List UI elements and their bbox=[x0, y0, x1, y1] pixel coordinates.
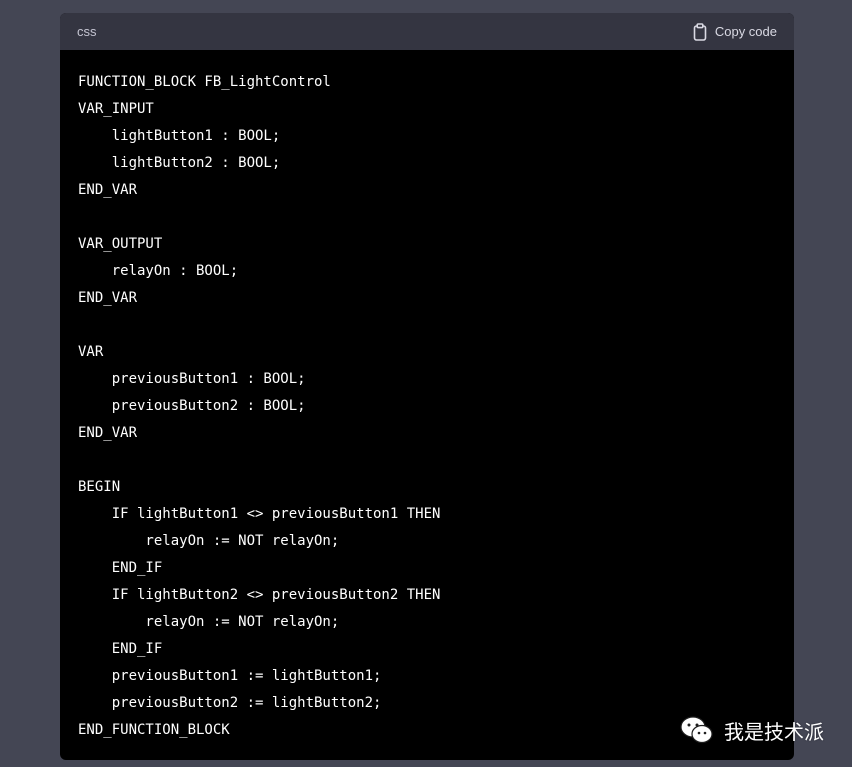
code-line: relayOn := NOT relayOn; bbox=[78, 614, 340, 630]
code-line: IF lightButton1 <> previousButton1 THEN bbox=[78, 506, 441, 522]
code-line: lightButton2 : BOOL; bbox=[78, 155, 281, 171]
code-line: END_FUNCTION_BLOCK bbox=[78, 722, 230, 738]
code-line: FUNCTION_BLOCK FB_LightControl bbox=[78, 74, 331, 90]
code-line: previousButton1 := lightButton1; bbox=[78, 668, 382, 684]
code-line: END_IF bbox=[78, 641, 163, 657]
wechat-icon bbox=[680, 715, 714, 745]
code-block-header: css Copy code bbox=[60, 13, 794, 50]
code-line: VAR_OUTPUT bbox=[78, 236, 163, 252]
clipboard-icon bbox=[692, 22, 708, 41]
code-content: FUNCTION_BLOCK FB_LightControl VAR_INPUT … bbox=[60, 50, 794, 760]
code-line: relayOn := NOT relayOn; bbox=[78, 533, 340, 549]
code-line: lightButton1 : BOOL; bbox=[78, 128, 281, 144]
code-line: END_VAR bbox=[78, 182, 138, 198]
code-line: VAR bbox=[78, 344, 104, 360]
code-line: previousButton2 := lightButton2; bbox=[78, 695, 382, 711]
code-line: IF lightButton2 <> previousButton2 THEN bbox=[78, 587, 441, 603]
code-line: BEGIN bbox=[78, 479, 121, 495]
code-text: FUNCTION_BLOCK FB_LightControl VAR_INPUT … bbox=[78, 69, 776, 744]
code-line: END_VAR bbox=[78, 290, 138, 306]
copy-code-button[interactable]: Copy code bbox=[692, 22, 777, 41]
code-line: previousButton1 : BOOL; bbox=[78, 371, 306, 387]
code-line: previousButton2 : BOOL; bbox=[78, 398, 306, 414]
code-line: END_IF bbox=[78, 560, 163, 576]
code-block: css Copy code FUNCTION_BLOCK FB_LightCon… bbox=[60, 13, 794, 760]
language-label: css bbox=[77, 24, 97, 39]
watermark: 我是技术派 bbox=[680, 715, 824, 745]
copy-code-label: Copy code bbox=[714, 24, 777, 39]
code-line: relayOn : BOOL; bbox=[78, 263, 239, 279]
code-line: VAR_INPUT bbox=[78, 101, 154, 117]
code-line: END_VAR bbox=[78, 425, 138, 441]
watermark-text: 我是技术派 bbox=[724, 719, 824, 744]
